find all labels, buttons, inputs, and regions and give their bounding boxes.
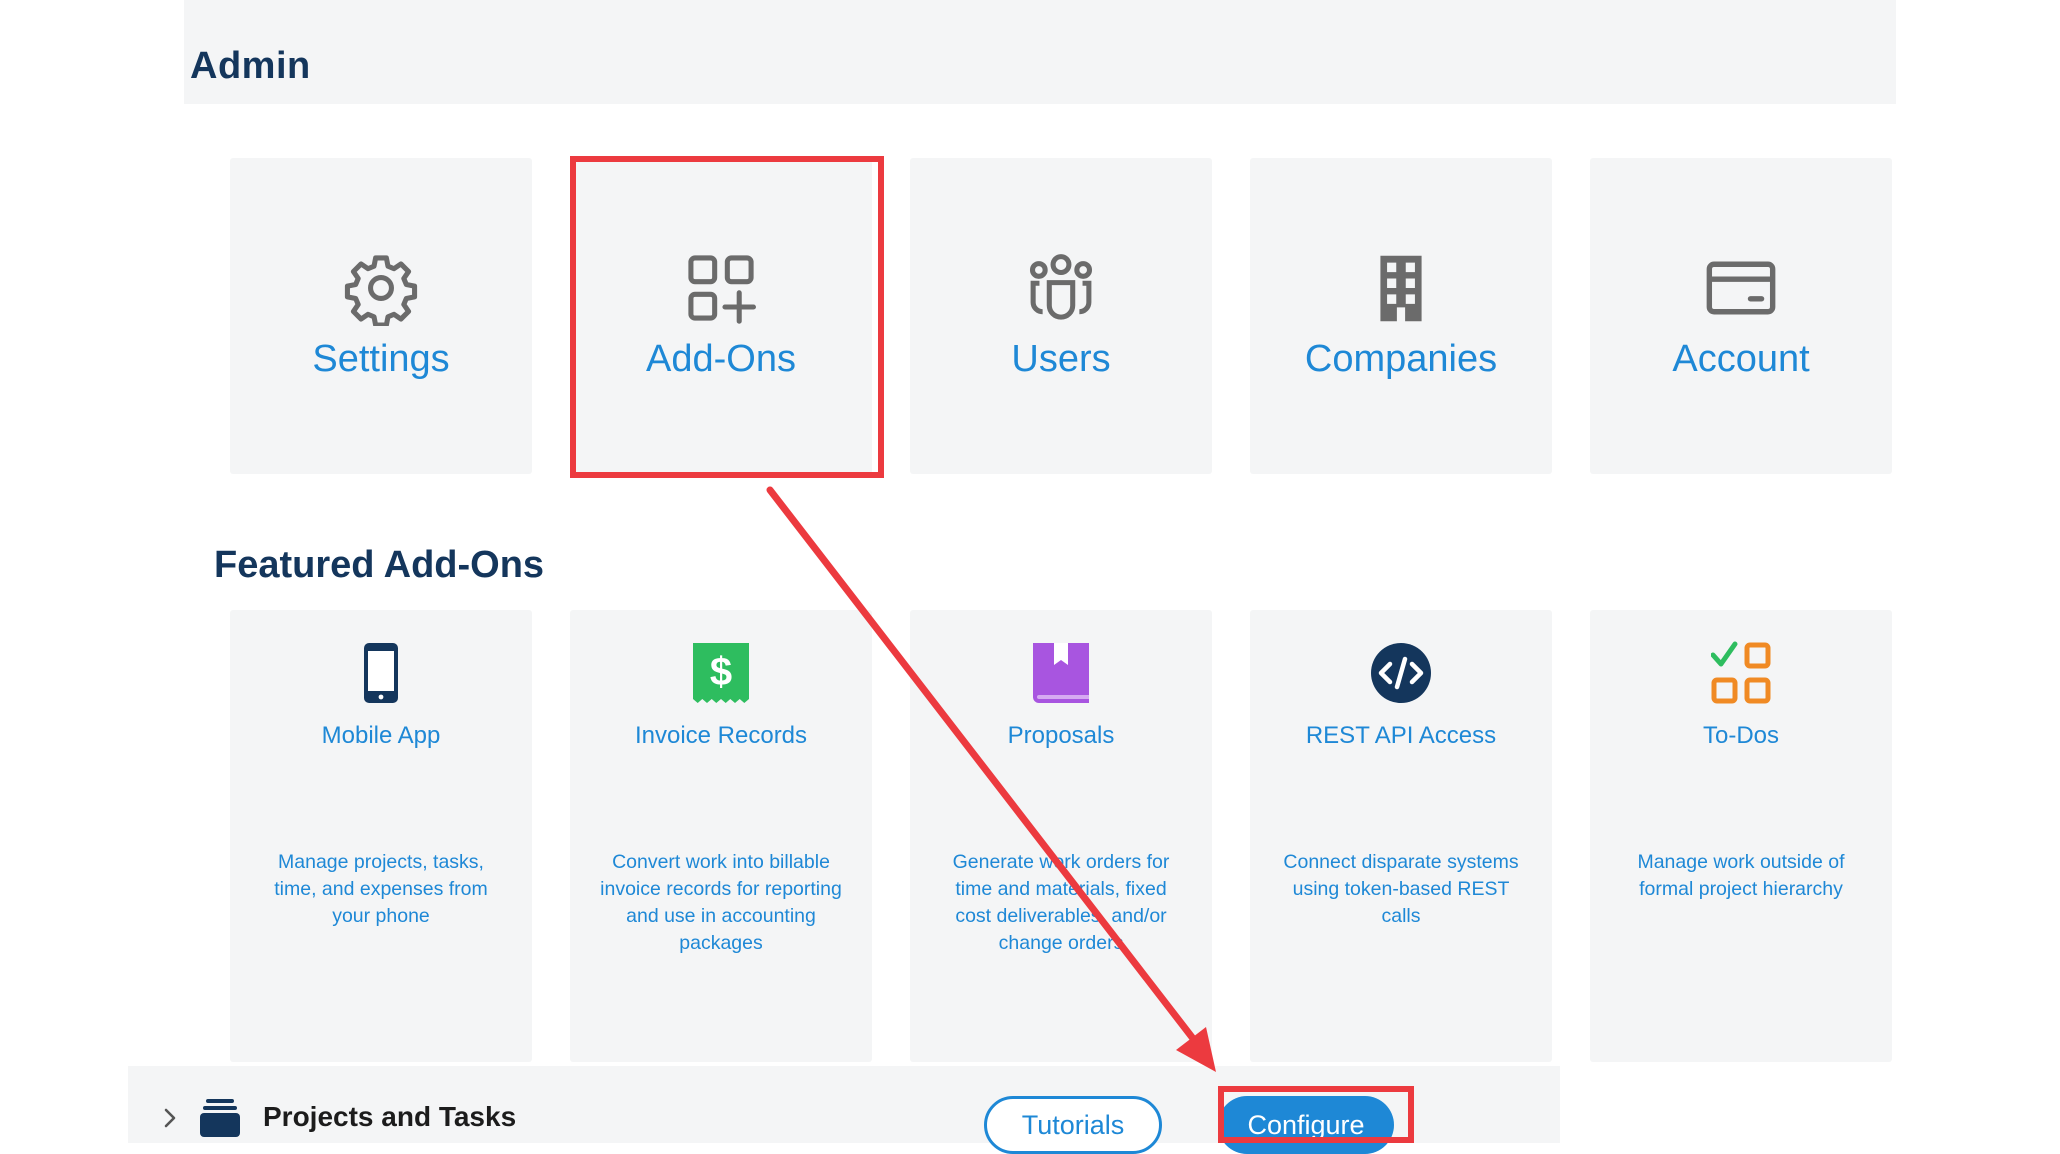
configure-button[interactable]: Configure bbox=[1218, 1096, 1394, 1154]
admin-tile-label: Settings bbox=[312, 338, 450, 380]
admin-tile-account[interactable]: Account bbox=[1590, 158, 1892, 474]
addon-card-name: REST API Access bbox=[1305, 722, 1497, 749]
admin-title: Admin bbox=[190, 45, 311, 87]
dollar-receipt-icon: $ bbox=[691, 641, 751, 705]
gear-icon bbox=[343, 250, 419, 326]
add-ons-grid-icon bbox=[683, 250, 759, 326]
addon-card-name: Invoice Records bbox=[634, 722, 808, 749]
addon-card-invoice-records[interactable]: $ Invoice Records Convert work into bill… bbox=[570, 610, 872, 1062]
admin-tile-label: Add-Ons bbox=[646, 338, 796, 380]
layers-stack-icon bbox=[200, 1097, 240, 1137]
addon-card-name: Proposals bbox=[1007, 722, 1115, 749]
addon-card-name: To-Dos bbox=[1702, 722, 1780, 749]
building-icon bbox=[1363, 250, 1439, 326]
admin-tile-companies[interactable]: Companies bbox=[1250, 158, 1552, 474]
addon-card-rest-api-access[interactable]: REST API Access Connect disparate system… bbox=[1250, 610, 1552, 1062]
credit-card-icon bbox=[1703, 250, 1779, 326]
addon-card-description: Convert work into billable invoice recor… bbox=[600, 851, 842, 954]
addon-card-mobile-app[interactable]: Mobile App Manage projects, tasks, time,… bbox=[230, 610, 532, 1062]
admin-tile-add-ons[interactable]: Add-Ons bbox=[570, 158, 872, 474]
addon-card-name: Mobile App bbox=[321, 722, 441, 749]
code-icon bbox=[1371, 641, 1431, 705]
chevron-right-icon[interactable] bbox=[162, 1106, 178, 1130]
bookmark-book-icon bbox=[1031, 641, 1091, 705]
admin-header-band bbox=[184, 0, 1896, 104]
featured-add-ons-title: Featured Add-Ons bbox=[214, 544, 545, 586]
admin-tile-settings[interactable]: Settings bbox=[230, 158, 532, 474]
addon-card-description: Connect disparate systems using token-ba… bbox=[1283, 851, 1519, 927]
projects-and-tasks-label: Projects and Tasks bbox=[263, 1101, 517, 1132]
svg-text:$: $ bbox=[710, 650, 732, 694]
mobile-phone-icon bbox=[351, 641, 411, 705]
admin-tile-label: Companies bbox=[1304, 338, 1498, 380]
tutorials-button[interactable]: Tutorials bbox=[984, 1096, 1162, 1154]
checklist-grid-icon bbox=[1711, 641, 1771, 705]
admin-tile-label: Users bbox=[1011, 338, 1111, 380]
addon-card-description: Manage projects, tasks, time, and expens… bbox=[274, 851, 488, 927]
addon-card-proposals[interactable]: Proposals Generate work orders for time … bbox=[910, 610, 1212, 1062]
admin-tile-users[interactable]: Users bbox=[910, 158, 1212, 474]
users-group-icon bbox=[1023, 250, 1099, 326]
admin-tile-label: Account bbox=[1672, 338, 1810, 380]
addon-card-description: Generate work orders for time and materi… bbox=[952, 851, 1170, 954]
addon-card-description: Manage work outside of formal project hi… bbox=[1637, 851, 1845, 900]
addon-card-to-dos[interactable]: To-Dos Manage work outside of formal pro… bbox=[1590, 610, 1892, 1062]
